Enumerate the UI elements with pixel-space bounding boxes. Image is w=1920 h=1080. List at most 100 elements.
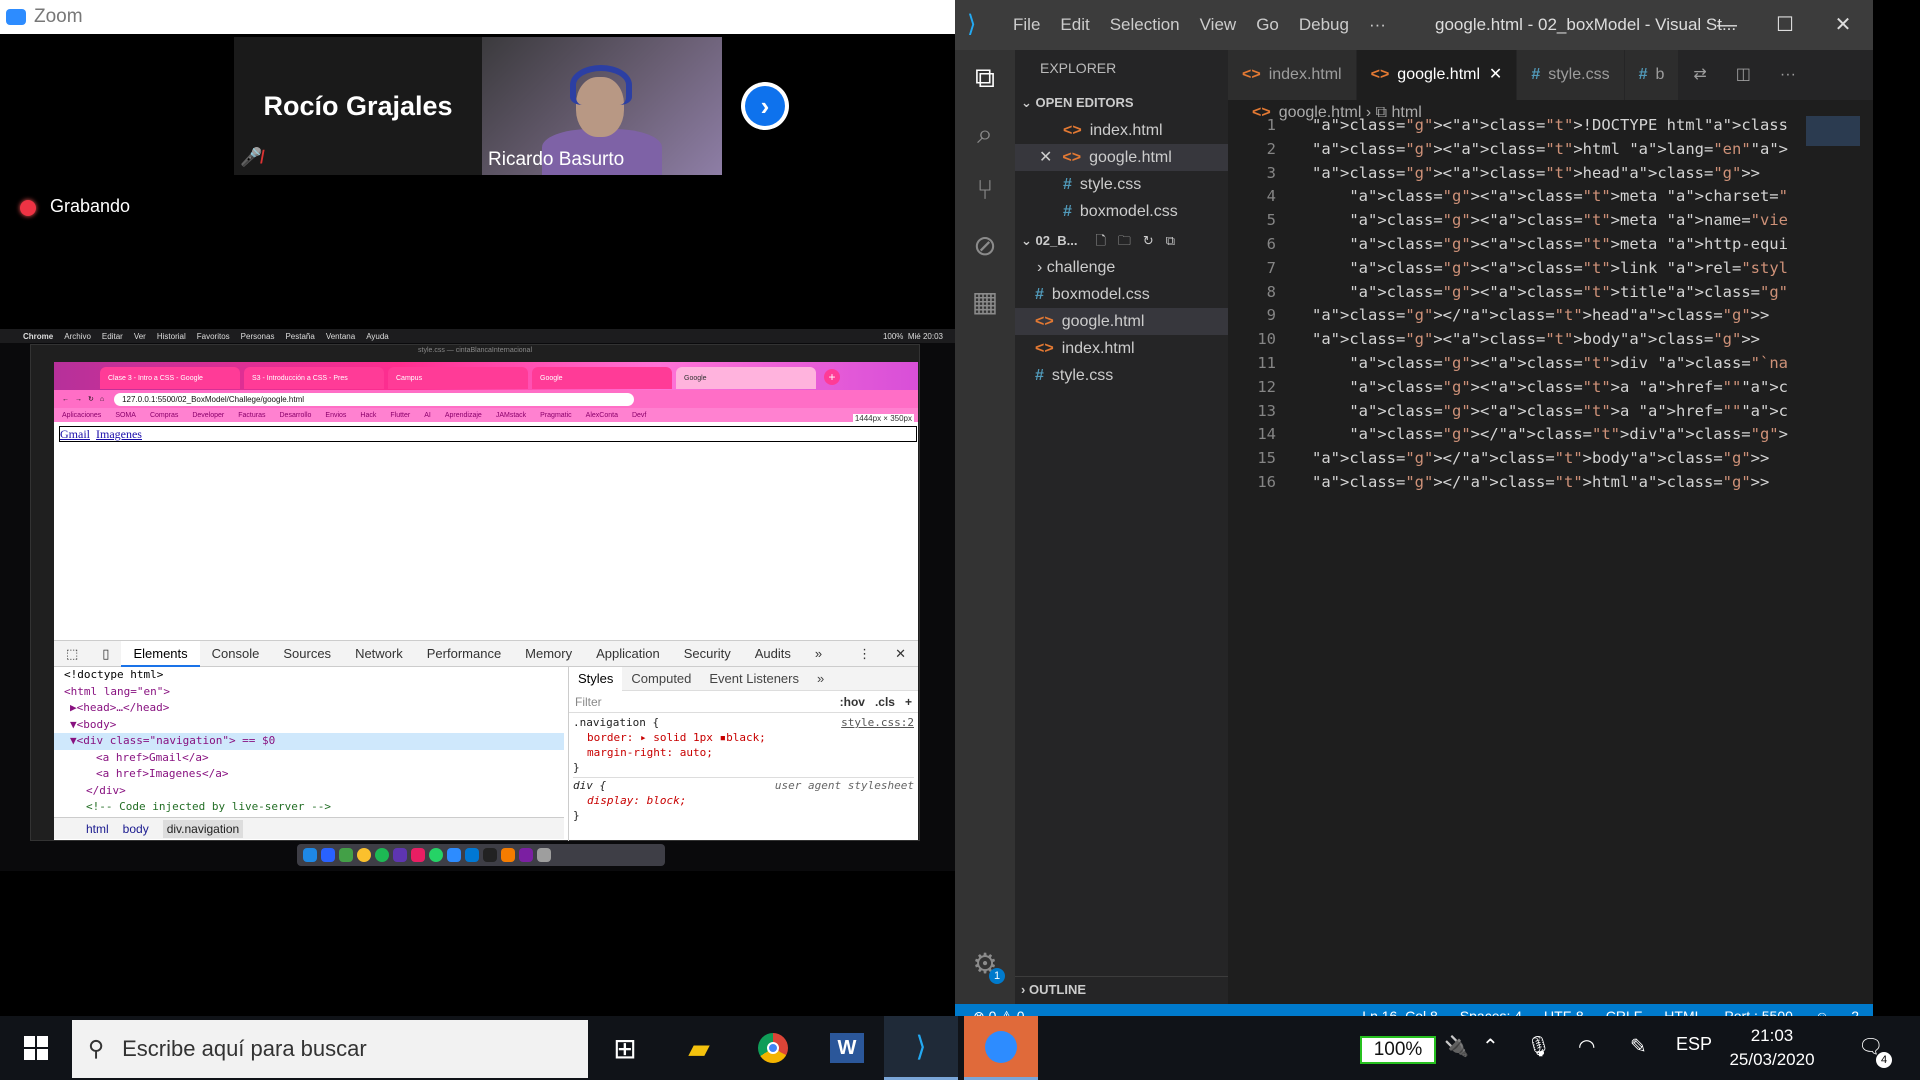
chrome-tab[interactable]: Clase 3 - Intro a CSS - Google (100, 367, 240, 389)
menu-more[interactable]: ··· (1369, 15, 1386, 35)
chrome-taskbar-icon[interactable] (736, 1016, 810, 1080)
start-button[interactable] (0, 1016, 72, 1080)
system-clock[interactable]: 21:03 25/03/2020 (1712, 1024, 1832, 1072)
styles-filter[interactable]: Filter :hov .cls + (569, 691, 918, 713)
bookmark[interactable]: Developer (192, 412, 224, 419)
dom-comment[interactable]: <!-- Code injected by live-server --> (64, 799, 564, 816)
tab-computed[interactable]: Computed (622, 667, 700, 691)
code-editor[interactable]: 1 "a">class="g"><"a">class="t">!DOCTYPE h… (1228, 114, 1788, 514)
bookmark[interactable]: JAMstack (496, 412, 526, 419)
folder-item[interactable]: › challenge (1015, 254, 1228, 281)
menu-ayuda[interactable]: Ayuda (366, 332, 389, 341)
chrome-tab[interactable]: Campus (388, 367, 528, 389)
editor-tab[interactable]: # b (1624, 50, 1680, 100)
menu-favoritos[interactable]: Favoritos (197, 332, 230, 341)
task-view-icon[interactable]: ⊞ (588, 1016, 662, 1080)
code-line[interactable]: "a">class="g"></"a">class="t">body"a">cl… (1312, 447, 1769, 471)
css-property[interactable]: margin-right: auto; (573, 745, 914, 760)
home-icon[interactable]: ⌂ (100, 396, 104, 403)
discord-icon[interactable] (393, 848, 407, 862)
tab-event-listeners[interactable]: Event Listeners (700, 667, 808, 691)
participant-tile-rocio[interactable]: Rocío Grajales 🎤̸ (234, 37, 482, 175)
menu-pestana[interactable]: Pestaña (285, 332, 314, 341)
menu-archivo[interactable]: Archivo (64, 332, 91, 341)
code-line[interactable]: "a">class="g"></"a">class="t">div"a">cla… (1312, 423, 1788, 447)
menu-ventana[interactable]: Ventana (326, 332, 355, 341)
breadcrumb-div[interactable]: div.navigation (162, 819, 244, 838)
editor-tab-active[interactable]: <> google.html ✕ (1356, 50, 1518, 100)
settings-gear-icon[interactable]: ⚙ (955, 936, 1015, 992)
dom-node[interactable]: ▼<body> (64, 717, 564, 734)
filter-input[interactable]: Filter (575, 695, 602, 709)
forward-icon[interactable]: → (75, 396, 82, 403)
more-actions-icon[interactable]: ··· (1765, 50, 1811, 100)
inspect-icon[interactable]: ⬚ (54, 641, 90, 667)
dom-node[interactable]: </div> (64, 783, 564, 800)
tab-console[interactable]: Console (200, 641, 272, 667)
code-line[interactable]: "a">class="g"><"a">class="t">meta "a">na… (1312, 209, 1788, 233)
menu-file[interactable]: File (1013, 15, 1040, 35)
open-editors-section[interactable]: ⌄ OPEN EDITORS (1015, 90, 1228, 116)
word-icon[interactable]: W (810, 1016, 884, 1080)
power-plug-icon[interactable]: 🔌 (1444, 1034, 1469, 1059)
bookmark[interactable]: Hack (360, 412, 376, 419)
whatsapp-icon[interactable] (429, 848, 443, 862)
tab-performance[interactable]: Performance (415, 641, 513, 667)
code-line[interactable]: "a">class="g"><"a">class="t">a "a">href=… (1312, 400, 1788, 424)
taskbar-search[interactable]: ⚲ Escribe aquí para buscar (72, 1020, 588, 1078)
vscode-icon[interactable] (465, 848, 479, 862)
next-page-button[interactable]: › (741, 82, 789, 130)
vscode-taskbar-icon[interactable]: ⟩ (884, 1016, 958, 1080)
close-devtools-icon[interactable]: ✕ (883, 641, 918, 667)
chrome-tab[interactable]: S3 - Introducción a CSS - Pres (244, 367, 384, 389)
hov-toggle[interactable]: :hov (840, 695, 865, 709)
menu-editar[interactable]: Editar (102, 332, 123, 341)
app-icon[interactable] (339, 848, 353, 862)
menu-go[interactable]: Go (1256, 15, 1279, 35)
maximize-icon[interactable]: ☐ (1756, 0, 1814, 50)
open-editor-item[interactable]: # boxmodel.css (1015, 198, 1228, 225)
trash-icon[interactable] (537, 848, 551, 862)
bookmark[interactable]: AlexConta (586, 412, 618, 419)
more-tabs-icon[interactable]: » (803, 641, 834, 667)
minimap[interactable] (1806, 116, 1860, 146)
pen-icon[interactable]: ✎ (1630, 1034, 1647, 1059)
outline-section[interactable]: › OUTLINE (1015, 976, 1228, 1002)
terminal-icon[interactable] (483, 848, 497, 862)
css-property[interactable]: border: ▸ solid 1px ▪black; (573, 730, 914, 745)
gmail-link[interactable]: Gmail (60, 427, 90, 441)
tab-audits[interactable]: Audits (743, 641, 803, 667)
tab-memory[interactable]: Memory (513, 641, 584, 667)
wifi-icon[interactable]: ◠ (1578, 1034, 1595, 1059)
microphone-icon[interactable]: 🎙 (1526, 1034, 1551, 1059)
close-editor-icon[interactable]: ✕ (1039, 149, 1052, 166)
appstore-icon[interactable] (321, 848, 335, 862)
open-editor-item[interactable]: # style.css (1015, 171, 1228, 198)
menu-ver[interactable]: Ver (134, 332, 146, 341)
menu-view[interactable]: View (1200, 15, 1237, 35)
code-line[interactable]: "a">class="g"><"a">class="t">title"a">cl… (1312, 281, 1788, 305)
spotify-icon[interactable] (375, 848, 389, 862)
file-item[interactable]: # boxmodel.css (1015, 281, 1228, 308)
code-line[interactable]: "a">class="g"></"a">class="t">html"a">cl… (1312, 471, 1769, 495)
cls-toggle[interactable]: .cls (875, 695, 895, 709)
minimize-icon[interactable]: — (1698, 0, 1756, 50)
new-tab-button[interactable]: + (824, 369, 840, 385)
source-control-icon[interactable]: ⑂ (955, 162, 1015, 218)
editor-tab[interactable]: # style.css (1517, 50, 1625, 100)
dom-node[interactable]: <a href>Imagenes</a> (64, 766, 564, 783)
breadcrumb-html[interactable]: html (86, 822, 109, 836)
finder-icon[interactable] (303, 848, 317, 862)
device-toggle-icon[interactable]: ▯ (90, 641, 121, 667)
bookmark[interactable]: SOMA (115, 412, 136, 419)
chevron-up-icon[interactable]: ⌃ (1482, 1034, 1499, 1059)
app-icon[interactable] (519, 848, 533, 862)
menu-selection[interactable]: Selection (1110, 15, 1180, 35)
reload-icon[interactable]: ↻ (88, 395, 94, 403)
tab-network[interactable]: Network (343, 641, 415, 667)
search-icon[interactable]: ⌕ (955, 106, 1015, 162)
code-line[interactable]: "a">class="g"><"a">class="t">!DOCTYPE ht… (1312, 114, 1788, 138)
bookmark[interactable]: Desarrollo (280, 412, 312, 419)
extensions-icon[interactable]: ▦ (955, 274, 1015, 330)
battery-indicator[interactable]: 100% (1360, 1036, 1436, 1064)
